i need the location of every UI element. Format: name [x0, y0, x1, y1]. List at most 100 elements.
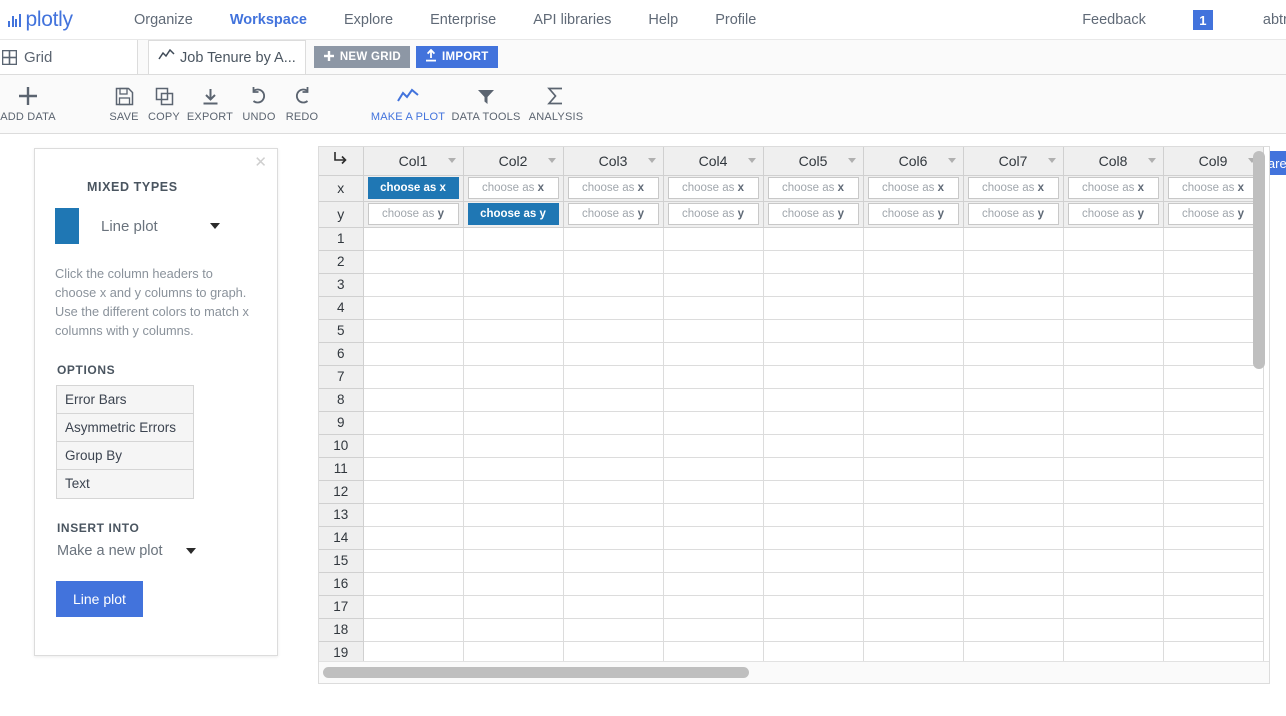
nav-link-enterprise[interactable]: Enterprise [430, 12, 496, 28]
grid-cell[interactable] [663, 571, 764, 596]
grid-cell[interactable] [1163, 318, 1264, 343]
grid-cell[interactable] [863, 571, 964, 596]
chevron-down-icon[interactable] [547, 158, 556, 163]
row-number[interactable]: 15 [319, 548, 364, 573]
grid-cell[interactable] [563, 571, 664, 596]
grid-cell[interactable] [1063, 387, 1164, 412]
grid-cell[interactable] [463, 548, 564, 573]
grid-cell[interactable] [963, 571, 1064, 596]
grid-cell[interactable] [463, 272, 564, 297]
grid-cell[interactable] [463, 364, 564, 389]
grid-cell[interactable] [1063, 318, 1164, 343]
grid-cell[interactable] [763, 295, 864, 320]
grid-cell[interactable] [763, 456, 864, 481]
column-header-col8[interactable]: Col8 [1063, 147, 1164, 176]
toolbar-redo[interactable]: REDO [274, 81, 330, 123]
grid-cell[interactable] [763, 318, 864, 343]
grid-cell[interactable] [863, 594, 964, 619]
grid-cell[interactable] [963, 226, 1064, 251]
column-header-col1[interactable]: Col1 [363, 147, 464, 176]
choose-as-x-col2[interactable]: choose as x [467, 177, 559, 199]
tab-grid[interactable]: Grid [0, 40, 138, 74]
grid-cell[interactable] [363, 433, 464, 458]
grid-cell[interactable] [563, 226, 664, 251]
grid-cell[interactable] [1063, 364, 1164, 389]
grid-cell[interactable] [763, 571, 864, 596]
grid-cell[interactable] [463, 249, 564, 274]
feedback-link[interactable]: Feedback [1082, 12, 1146, 28]
grid-cell[interactable] [563, 479, 664, 504]
grid-cell[interactable] [963, 456, 1064, 481]
choose-as-y-col9[interactable]: choose as y [1167, 203, 1259, 225]
grid-cell[interactable] [863, 387, 964, 412]
grid-cell[interactable] [763, 548, 864, 573]
grid-cell[interactable] [363, 640, 464, 661]
grid-cell[interactable] [363, 410, 464, 435]
create-plot-button[interactable]: Line plot [56, 580, 143, 617]
chevron-down-icon[interactable] [847, 158, 856, 163]
grid-cell[interactable] [563, 387, 664, 412]
row-number[interactable]: 16 [319, 571, 364, 596]
grid-cell[interactable] [1063, 617, 1164, 642]
grid-cell[interactable] [663, 640, 764, 661]
notification-badge[interactable]: 1 [1192, 10, 1213, 30]
grid-cell[interactable] [963, 479, 1064, 504]
choose-as-x-col3[interactable]: choose as x [567, 177, 659, 199]
grid-cell[interactable] [463, 571, 564, 596]
grid-cell[interactable] [563, 433, 664, 458]
choose-as-x-col7[interactable]: choose as x [967, 177, 1059, 199]
choose-as-y-col6[interactable]: choose as y [867, 203, 959, 225]
row-number[interactable]: 1 [319, 226, 364, 251]
grid-cell[interactable] [1163, 249, 1264, 274]
grid-cell[interactable] [563, 249, 664, 274]
grid-cell[interactable] [863, 479, 964, 504]
grid-cell[interactable] [1163, 640, 1264, 661]
grid-cell[interactable] [663, 364, 764, 389]
row-number[interactable]: 17 [319, 594, 364, 619]
toolbar-data-tools[interactable]: DATA TOOLS [451, 81, 520, 123]
grid-cell[interactable] [663, 479, 764, 504]
vertical-scrollbar-thumb[interactable] [1253, 151, 1265, 369]
grid-cell[interactable] [363, 272, 464, 297]
grid-cell[interactable] [463, 295, 564, 320]
grid-cell[interactable] [563, 272, 664, 297]
chevron-down-icon[interactable] [1047, 158, 1056, 163]
chevron-down-icon[interactable] [447, 158, 456, 163]
grid-cell[interactable] [463, 410, 564, 435]
grid-cell[interactable] [763, 272, 864, 297]
grid-cell[interactable] [763, 479, 864, 504]
chevron-down-icon[interactable] [947, 158, 956, 163]
grid-cell[interactable] [563, 525, 664, 550]
choose-as-x-col9[interactable]: choose as x [1167, 177, 1259, 199]
grid-cell[interactable] [663, 502, 764, 527]
grid-cell[interactable] [863, 410, 964, 435]
grid-cell[interactable] [563, 341, 664, 366]
grid-cell[interactable] [363, 594, 464, 619]
row-number[interactable]: 2 [319, 249, 364, 274]
choose-as-x-col1[interactable]: choose as x [367, 177, 459, 199]
choose-as-y-col4[interactable]: choose as y [667, 203, 759, 225]
grid-cell[interactable] [663, 617, 764, 642]
toolbar-add-data[interactable]: ADD DATA [0, 81, 56, 123]
grid-cell[interactable] [563, 318, 664, 343]
grid-cell[interactable] [963, 410, 1064, 435]
grid-cell[interactable] [863, 249, 964, 274]
close-icon[interactable]: ✕ [254, 155, 267, 170]
grid-cell[interactable] [763, 502, 864, 527]
column-header-col3[interactable]: Col3 [563, 147, 664, 176]
trace-color-swatch[interactable] [55, 208, 79, 244]
grid-cell[interactable] [463, 341, 564, 366]
grid-cell[interactable] [463, 640, 564, 661]
grid-cell[interactable] [863, 433, 964, 458]
grid-cell[interactable] [663, 295, 764, 320]
grid-cell[interactable] [863, 318, 964, 343]
option-asymmetric-errors[interactable]: Asymmetric Errors [57, 413, 193, 442]
grid-cell[interactable] [663, 272, 764, 297]
grid-cell[interactable] [363, 571, 464, 596]
horizontal-scrollbar-thumb[interactable] [323, 667, 749, 678]
grid-cell[interactable] [563, 548, 664, 573]
grid-cell[interactable] [1163, 295, 1264, 320]
grid-cell[interactable] [963, 341, 1064, 366]
grid-cell[interactable] [963, 594, 1064, 619]
grid-cell[interactable] [463, 502, 564, 527]
